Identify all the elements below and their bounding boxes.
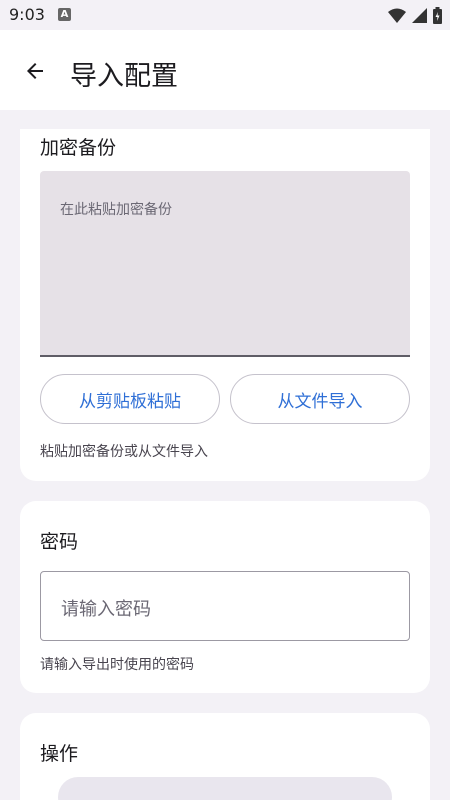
import-file-button[interactable]: 从文件导入 <box>230 374 410 424</box>
scroll-content[interactable]: 加密备份 在此粘贴加密备份 从剪贴板粘贴 从文件导入 粘贴加密备份或从文件导入 … <box>0 110 450 800</box>
actions-card: 操作 <box>20 713 430 800</box>
password-helper-text: 请输入导出时使用的密码 <box>40 657 194 673</box>
backup-textarea-placeholder: 在此粘贴加密备份 <box>60 202 172 218</box>
backup-card: 加密备份 在此粘贴加密备份 从剪贴板粘贴 从文件导入 粘贴加密备份或从文件导入 <box>20 129 430 481</box>
notification-a-icon: A <box>58 8 71 21</box>
backup-helper-text: 粘贴加密备份或从文件导入 <box>40 444 208 460</box>
arrow-back-icon <box>27 63 43 79</box>
battery-icon <box>433 6 442 24</box>
password-input[interactable]: 请输入密码 <box>40 571 410 641</box>
backup-card-title: 加密备份 <box>40 137 117 159</box>
password-card-title: 密码 <box>40 531 79 553</box>
status-bar: 9:03 A <box>0 0 450 30</box>
password-card: 密码 请输入密码 请输入导出时使用的密码 <box>20 501 430 693</box>
app-bar: 导入配置 <box>0 30 450 110</box>
password-input-placeholder: 请输入密码 <box>61 599 151 620</box>
wifi-icon <box>388 8 406 23</box>
signal-icon <box>412 7 427 23</box>
status-icons <box>388 6 442 24</box>
back-button[interactable] <box>18 54 52 88</box>
action-button-partial[interactable] <box>58 777 392 800</box>
paste-clipboard-button[interactable]: 从剪贴板粘贴 <box>40 374 220 424</box>
status-time: 9:03 <box>9 5 45 24</box>
page-title: 导入配置 <box>70 61 178 92</box>
backup-textarea[interactable]: 在此粘贴加密备份 <box>40 171 410 357</box>
actions-card-title: 操作 <box>40 743 79 765</box>
